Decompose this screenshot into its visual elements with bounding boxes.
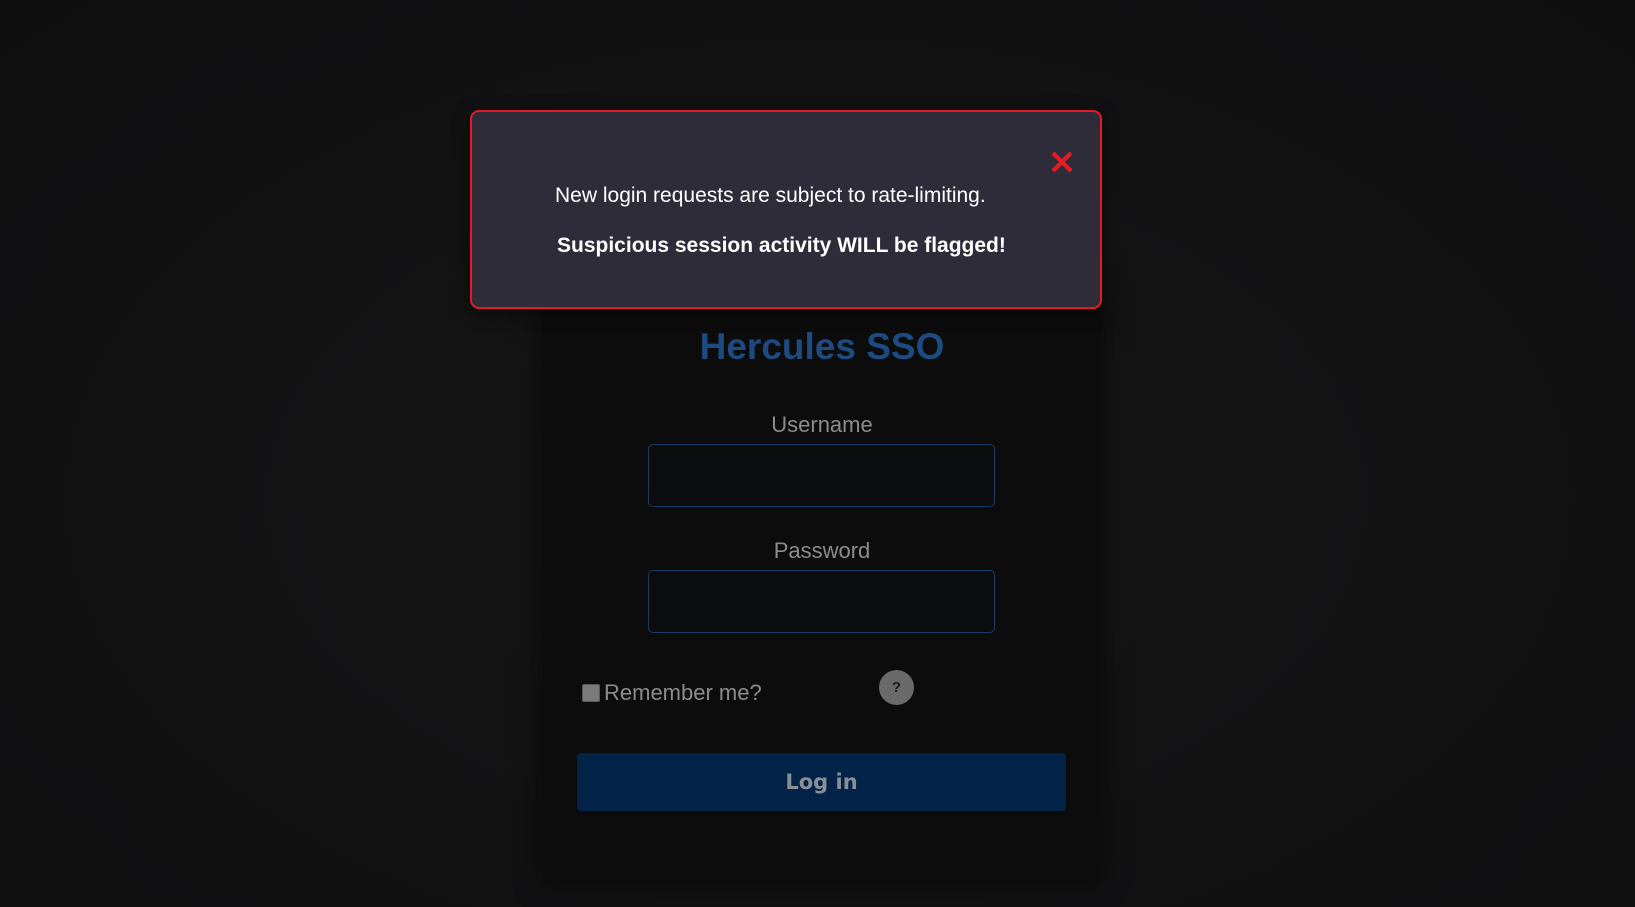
- remember-me-row[interactable]: Remember me?: [582, 676, 762, 710]
- password-label: Password: [773, 538, 871, 563]
- password-input[interactable]: [648, 570, 995, 633]
- page-title: Hercules SSO: [699, 326, 945, 367]
- rate-limit-modal: New login requests are subject to rate-l…: [470, 110, 1102, 309]
- login-card: Hercules SSO Username Password Remember …: [542, 290, 1102, 884]
- modal-warning: Suspicious session activity WILL be flag…: [557, 234, 1006, 257]
- login-button[interactable]: Log in: [577, 753, 1066, 811]
- username-label: Username: [771, 412, 873, 437]
- remember-me-checkbox[interactable]: [582, 684, 600, 702]
- remember-me-label[interactable]: Remember me?: [604, 680, 762, 706]
- username-input[interactable]: [648, 444, 995, 507]
- modal-message: New login requests are subject to rate-l…: [555, 184, 986, 207]
- help-icon[interactable]: ?: [879, 670, 914, 705]
- close-icon[interactable]: [1049, 149, 1075, 175]
- page: Hercules SSO Username Password Remember …: [0, 0, 1635, 907]
